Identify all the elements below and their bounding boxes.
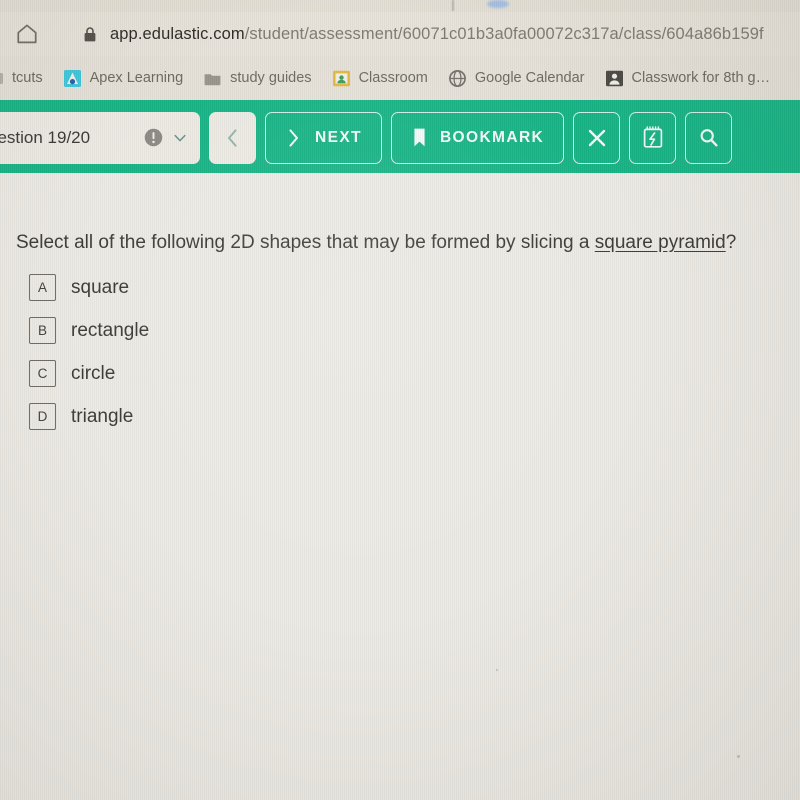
- option-letter-box[interactable]: B: [29, 317, 56, 344]
- question-counter-pill[interactable]: uestion 19/20: [0, 111, 200, 164]
- question-content-area: Select all of the following 2D shapes th…: [0, 173, 800, 800]
- option-label[interactable]: circle: [71, 364, 115, 383]
- magnifier-icon: [700, 128, 718, 146]
- bookmark-label: Classwork for 8th g…: [631, 69, 771, 86]
- question-counter-label: uestion 19/20: [0, 128, 91, 147]
- classwork-icon: [605, 70, 623, 86]
- active-tab-indicator: [487, 0, 509, 8]
- calculator-button[interactable]: [629, 111, 677, 164]
- calculator-icon: [643, 126, 662, 148]
- bookmark-label: tcuts: [12, 69, 43, 86]
- question-stem-after: ?: [725, 232, 737, 253]
- url-text[interactable]: app.edulastic.com/student/assessment/600…: [110, 26, 764, 43]
- option-label[interactable]: square: [71, 278, 129, 297]
- sensor-dust-speck: [496, 669, 498, 671]
- bookmark-button-label: BOOKMARK: [439, 128, 545, 146]
- tab-divider: [452, 0, 454, 11]
- bookmark-label: Classroom: [358, 69, 428, 86]
- close-icon: [588, 129, 605, 146]
- next-question-button[interactable]: NEXT: [265, 111, 382, 164]
- close-test-button[interactable]: [573, 111, 621, 164]
- url-host: app.edulastic.com: [110, 25, 245, 43]
- option-letter-box[interactable]: A: [29, 274, 56, 301]
- answer-option-b[interactable]: B rectangle: [29, 309, 149, 352]
- assessment-toolbar: uestion 19/20 NEXT: [0, 100, 800, 173]
- bookmark-label: Google Calendar: [474, 69, 585, 86]
- bookmarks-bar[interactable]: tcuts Apex Learning study guides Classro…: [0, 56, 800, 100]
- option-letter-box[interactable]: D: [29, 403, 56, 430]
- bookmark-button[interactable]: BOOKMARK: [390, 111, 565, 164]
- lock-icon: [82, 25, 98, 43]
- answer-option-d[interactable]: D triangle: [29, 395, 149, 438]
- next-button-label: NEXT: [315, 128, 362, 146]
- tab-strip: [0, 0, 800, 12]
- chevron-right-icon: [289, 128, 298, 147]
- folder-icon: [204, 73, 221, 85]
- bookmark-label: Apex Learning: [89, 69, 184, 86]
- url-path: /student/assessment/60071c01b3a0fa00072c…: [244, 25, 764, 43]
- zoom-button[interactable]: [685, 111, 733, 164]
- bookmark-icon: [414, 128, 425, 147]
- question-stem: Select all of the following 2D shapes th…: [16, 231, 796, 255]
- address-bar[interactable]: app.edulastic.com/student/assessment/600…: [0, 12, 800, 56]
- globe-icon: [448, 69, 466, 87]
- option-label[interactable]: triangle: [71, 407, 133, 426]
- answer-option-a[interactable]: A square: [29, 266, 149, 309]
- bookmark-item-google-calendar[interactable]: Google Calendar: [448, 69, 585, 87]
- answer-options-list: A square B rectangle C circle D triangle: [29, 266, 149, 438]
- home-icon[interactable]: [14, 21, 40, 47]
- shortcuts-icon: [0, 72, 3, 84]
- bookmark-label: study guides: [230, 69, 312, 86]
- option-letter-box[interactable]: C: [29, 360, 56, 387]
- bookmark-item-shortcuts[interactable]: tcuts: [0, 70, 43, 87]
- option-label[interactable]: rectangle: [71, 321, 149, 340]
- answer-option-c[interactable]: C circle: [29, 352, 149, 395]
- question-stem-before: Select all of the following 2D shapes th…: [16, 232, 595, 253]
- exclamation-circle-icon[interactable]: [144, 128, 163, 147]
- browser-chrome: app.edulastic.com/student/assessment/600…: [0, 0, 800, 100]
- question-stem-keyword: square pyramid: [594, 232, 726, 253]
- apex-icon: [63, 69, 81, 87]
- sensor-dust-speck: [737, 755, 740, 758]
- chevron-down-icon[interactable]: [173, 131, 187, 145]
- bookmark-item-study-guides[interactable]: study guides: [204, 69, 312, 87]
- chevron-left-icon: [227, 128, 237, 147]
- bookmark-item-apex-learning[interactable]: Apex Learning: [63, 69, 184, 87]
- bookmark-item-classroom[interactable]: Classroom: [332, 69, 428, 87]
- previous-question-button[interactable]: [209, 111, 256, 164]
- classroom-icon: [332, 70, 350, 86]
- bookmark-item-classwork[interactable]: Classwork for 8th g…: [605, 69, 771, 87]
